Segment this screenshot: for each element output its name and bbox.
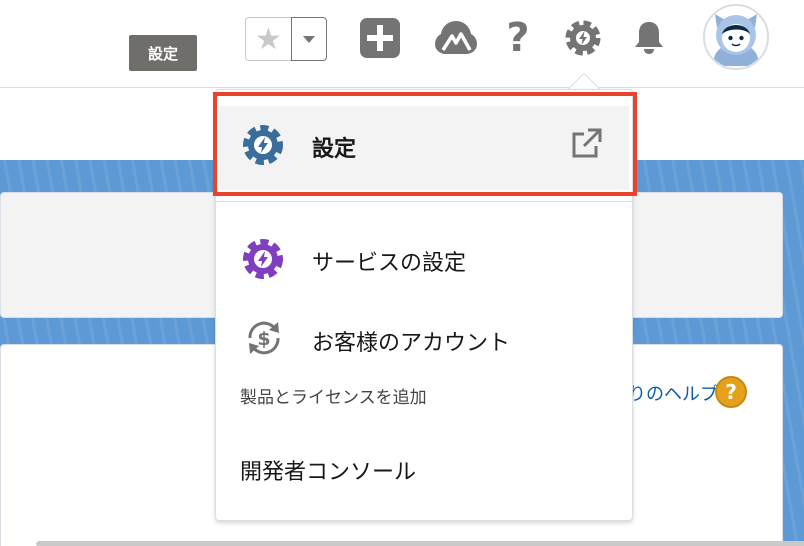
add-icon — [360, 18, 400, 58]
astro-avatar-icon — [705, 6, 767, 68]
trailhead-icon — [435, 21, 477, 54]
global-add-button[interactable] — [358, 16, 402, 60]
setup-tooltip: 設定 — [129, 35, 197, 71]
help-link[interactable]: りのヘルプ — [628, 380, 718, 406]
scroll-bar[interactable] — [36, 541, 804, 546]
trailhead-button[interactable] — [434, 16, 478, 60]
menu-pointer — [563, 70, 603, 90]
help-badge-icon[interactable]: ? — [715, 376, 747, 408]
notifications-button[interactable] — [627, 16, 671, 60]
customer-account-icon: $ — [242, 316, 286, 360]
favorite-star-button[interactable]: ★ — [245, 17, 291, 61]
service-setup-gear-icon — [240, 236, 286, 282]
help-icon: ? — [506, 15, 530, 61]
menu-item-label: 開発者コンソール — [240, 460, 417, 485]
favorites-group: ★ — [245, 17, 327, 61]
menu-item-sublabel: 製品とライセンスを追加 — [240, 388, 427, 408]
notification-bell-icon — [635, 22, 663, 54]
chevron-down-icon — [303, 36, 315, 43]
svg-text:$: $ — [257, 328, 270, 350]
star-icon: ★ — [255, 21, 282, 57]
setup-gear-icon — [565, 20, 601, 56]
menu-item-label: サービスの設定 — [312, 251, 467, 276]
global-header — [0, 0, 804, 88]
menu-divider — [215, 201, 633, 202]
help-button[interactable]: ? — [496, 15, 540, 61]
highlight-box — [213, 92, 637, 196]
user-avatar[interactable] — [703, 4, 769, 70]
setup-gear-button[interactable] — [561, 16, 605, 60]
menu-item-label: お客様のアカウント — [312, 331, 511, 356]
favorites-menu-button[interactable] — [291, 17, 327, 61]
